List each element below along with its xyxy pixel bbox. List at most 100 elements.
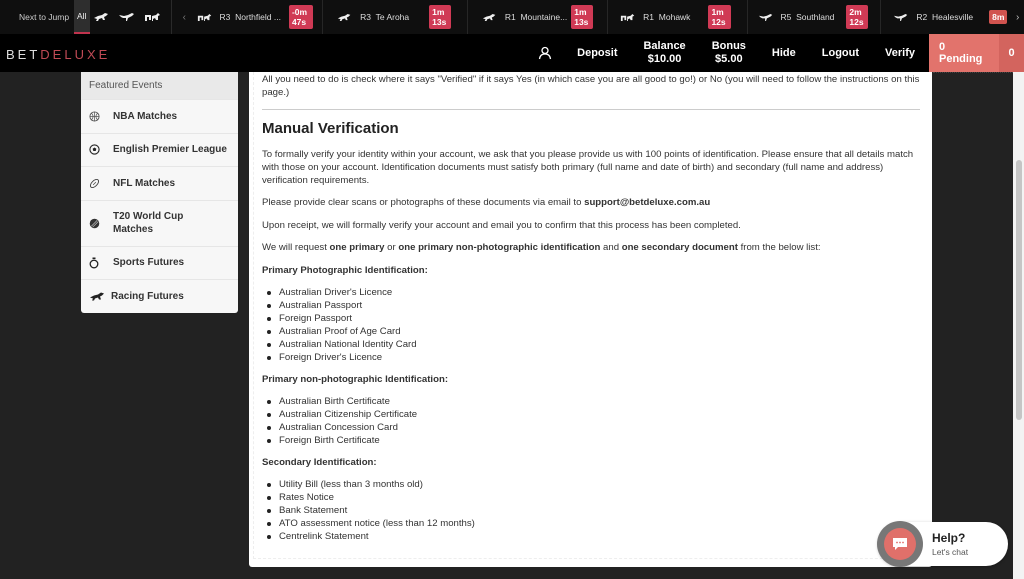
basketball-icon xyxy=(89,111,100,122)
race-name: R3 Te Aroha xyxy=(360,12,410,22)
race-item[interactable]: R2 Healesville 8m xyxy=(881,0,1011,34)
greyhound-icon xyxy=(894,13,908,21)
list-item: Australian National Identity Card xyxy=(266,338,920,351)
verification-content-panel: All you need to do is check where it say… xyxy=(249,72,932,567)
chat-bubble-icon xyxy=(893,538,907,550)
greyhound-icon xyxy=(758,13,772,21)
list-item: Foreign Birth Certificate xyxy=(266,434,920,447)
scrollbar-thumb[interactable] xyxy=(1016,160,1022,420)
pending-bets-button[interactable]: 0 Pending xyxy=(929,34,999,72)
list-item: Australian Birth Certificate xyxy=(266,395,920,408)
race-name: R2 Healesville xyxy=(916,12,974,22)
header-nav: Deposit Balance $10.00 Bonus $5.00 Hide Lo… xyxy=(526,34,1024,72)
verification-instructions: To formally verify your identity within … xyxy=(262,148,914,186)
secondary-heading: Secondary Identification: xyxy=(262,456,377,468)
list-item: Australian Concession Card xyxy=(266,421,920,434)
race-item[interactable]: R5 Southland 2m 12s xyxy=(748,0,882,34)
intro-text: All you need to do is check where it say… xyxy=(262,74,920,98)
request-text: We will request one primary or one prima… xyxy=(262,242,821,254)
harness-icon xyxy=(197,13,211,21)
stopwatch-icon xyxy=(89,257,99,269)
soccer-ball-icon xyxy=(89,144,100,155)
verify-button[interactable]: Verify xyxy=(872,47,929,60)
page-title: Manual Verification xyxy=(262,119,399,137)
help-chat-button[interactable]: Help? Let's chat xyxy=(877,521,1008,567)
primary-photo-heading: Primary Photographic Identification: xyxy=(262,264,428,276)
prev-races-arrow[interactable]: ‹ xyxy=(178,12,191,23)
help-title: Help? xyxy=(932,531,966,545)
featured-events-sidebar: Featured Events NBA Matches English Prem… xyxy=(81,72,238,313)
support-email-link[interactable]: support@betdeluxe.com.au xyxy=(584,197,710,208)
next-to-jump-bar: Next to Jump All ‹ R3 Northfield ... -0m… xyxy=(0,0,1024,34)
help-subtitle: Let's chat xyxy=(932,547,969,557)
sidebar-item-t20[interactable]: T20 World Cup Matches xyxy=(81,199,238,246)
secondary-list: Utility Bill (less than 3 months old) Ra… xyxy=(262,478,920,543)
race-name: R5 Southland xyxy=(780,12,835,22)
racehorse-icon xyxy=(90,292,104,301)
chat-icon-bg xyxy=(884,528,916,560)
harness-icon xyxy=(621,13,635,21)
thoroughbred-icon xyxy=(482,13,496,21)
race-item[interactable]: R3 Northfield ... -0m 47s xyxy=(191,0,324,34)
receipt-text: Upon receipt, we will formally verify yo… xyxy=(262,219,741,231)
sidebar-heading: Featured Events xyxy=(81,72,238,99)
race-item[interactable]: R3 Te Aroha 1m 13s xyxy=(323,0,468,34)
race-name: R1 Mohawk xyxy=(643,12,691,22)
primary-nonphoto-list: Australian Birth Certificate Australian … xyxy=(262,395,920,447)
list-item: Rates Notice xyxy=(266,491,920,504)
primary-nonphoto-heading: Primary non-photographic Identification: xyxy=(262,373,449,385)
list-item: Bank Statement xyxy=(266,504,920,517)
race-countdown: 1m 12s xyxy=(708,5,731,29)
filter-thoroughbred-button[interactable] xyxy=(90,12,115,22)
user-icon xyxy=(538,46,552,60)
logout-button[interactable]: Logout xyxy=(809,47,872,60)
list-item: Australian Passport xyxy=(266,299,920,312)
list-item: Australian Proof of Age Card xyxy=(266,325,920,338)
football-icon xyxy=(89,178,100,188)
race-item[interactable]: R1 Mountaine... 1m 13s xyxy=(468,0,609,34)
race-item[interactable]: R1 Mohawk 1m 12s xyxy=(608,0,748,34)
primary-photo-list: Australian Driver's Licence Australian P… xyxy=(262,286,920,364)
greyhound-icon xyxy=(119,13,135,21)
list-item: Foreign Driver's Licence xyxy=(266,351,920,364)
list-item: Foreign Passport xyxy=(266,312,920,325)
betdeluxe-logo[interactable]: BETDELUXE xyxy=(6,47,110,62)
section-divider xyxy=(262,108,920,110)
divider xyxy=(171,0,172,34)
list-item: Centrelink Statement xyxy=(266,530,920,543)
filter-all-tab[interactable]: All xyxy=(73,0,90,34)
race-name: R3 Northfield ... xyxy=(219,12,281,22)
account-button[interactable] xyxy=(526,46,564,60)
race-countdown: 1m 13s xyxy=(571,5,594,29)
race-name: R1 Mountaine... xyxy=(504,12,568,22)
thoroughbred-icon xyxy=(338,13,351,21)
harness-icon xyxy=(144,13,160,21)
bet-slip-count[interactable]: 0 xyxy=(999,34,1024,72)
race-countdown: 8m xyxy=(989,10,1008,24)
bonus-display[interactable]: Bonus $5.00 xyxy=(699,40,759,66)
deposit-button[interactable]: Deposit xyxy=(564,47,630,60)
sidebar-item-epl[interactable]: English Premier League xyxy=(81,132,238,167)
thoroughbred-icon xyxy=(94,13,109,21)
list-item: Australian Driver's Licence xyxy=(266,286,920,299)
list-item: Australian Citizenship Certificate xyxy=(266,408,920,421)
bet-slip-panel xyxy=(933,72,1013,579)
race-countdown: -0m 47s xyxy=(288,5,314,29)
sidebar-item-nba[interactable]: NBA Matches xyxy=(81,99,238,133)
race-countdown: 2m 12s xyxy=(846,5,869,29)
email-instructions: Please provide clear scans or photograph… xyxy=(262,197,711,209)
chat-icon-circle xyxy=(877,521,923,567)
race-countdown: 1m 13s xyxy=(429,5,451,29)
sidebar-item-sports-futures[interactable]: Sports Futures xyxy=(81,245,238,280)
next-to-jump-label: Next to Jump xyxy=(19,12,70,22)
cricket-ball-icon xyxy=(89,218,100,228)
sidebar-item-racing-futures[interactable]: Racing Futures xyxy=(81,279,238,313)
list-item: Utility Bill (less than 3 months old) xyxy=(266,478,920,491)
filter-greyhound-button[interactable] xyxy=(115,12,140,22)
hide-balance-button[interactable]: Hide xyxy=(759,47,809,60)
next-races-arrow[interactable]: › xyxy=(1011,12,1024,23)
filter-harness-button[interactable] xyxy=(140,12,165,22)
sidebar-item-nfl[interactable]: NFL Matches xyxy=(81,166,238,200)
main-header: BETDELUXE Deposit Balance $10.00 Bonus $5.… xyxy=(0,34,1024,72)
balance-display[interactable]: Balance $10.00 xyxy=(630,40,698,66)
